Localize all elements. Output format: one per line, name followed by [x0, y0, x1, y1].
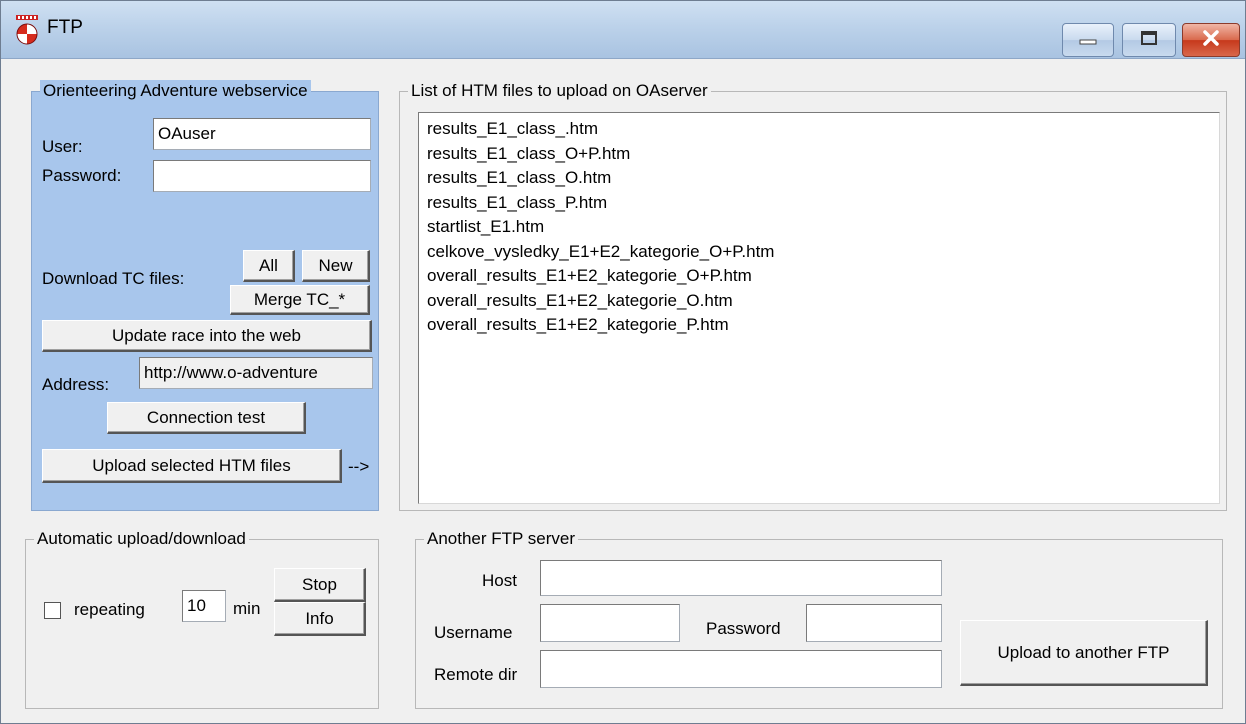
connection-test-button[interactable]: Connection test — [107, 402, 306, 434]
ftp-password-input[interactable] — [806, 604, 942, 642]
password-label: Password: — [42, 166, 122, 185]
download-new-button[interactable]: New — [302, 250, 370, 282]
interval-input[interactable]: 10 — [182, 590, 226, 622]
list-item[interactable]: results_E1_class_O+P.htm — [427, 142, 1211, 167]
repeating-label: repeating — [74, 600, 145, 619]
maximize-button[interactable] — [1122, 23, 1176, 57]
address-field: http://www.o-adventure — [139, 357, 373, 389]
update-race-button[interactable]: Update race into the web — [42, 320, 372, 352]
ftp-window: FTP Orienteering Adventure webservice Us… — [0, 0, 1246, 724]
arrow-indicator: --> — [348, 457, 370, 476]
automatic-upload-group: Automatic upload/download repeating 10 m… — [25, 528, 379, 709]
info-button[interactable]: Info — [274, 602, 366, 636]
list-item[interactable]: startlist_E1.htm — [427, 215, 1211, 240]
auto-group-legend: Automatic upload/download — [34, 528, 249, 550]
list-item[interactable]: overall_results_E1+E2_kategorie_O.htm — [427, 289, 1211, 314]
oa-webservice-group: Orienteering Adventure webservice User: … — [31, 80, 379, 511]
host-input[interactable] — [540, 560, 942, 596]
username-label: Username — [434, 623, 513, 642]
minimize-button[interactable] — [1062, 23, 1114, 57]
list-item[interactable]: celkove_vysledky_E1+E2_kategorie_O+P.htm — [427, 240, 1211, 265]
list-item[interactable]: results_E1_class_.htm — [427, 117, 1211, 142]
another-ftp-server-group: Another FTP server Host Username Passwor… — [415, 528, 1223, 709]
ftp-group-legend: Another FTP server — [424, 528, 579, 550]
remote-dir-label: Remote dir — [434, 665, 518, 684]
username-input[interactable] — [540, 604, 680, 642]
user-input[interactable]: OAuser — [153, 118, 371, 150]
remote-dir-input[interactable] — [540, 650, 942, 688]
user-label: User: — [42, 137, 83, 156]
htm-file-list-group: List of HTM files to upload on OAserver … — [399, 80, 1227, 511]
close-button[interactable] — [1182, 23, 1240, 57]
minimize-icon — [1079, 30, 1097, 50]
oa-group-legend: Orienteering Adventure webservice — [40, 80, 311, 102]
app-icon — [13, 13, 41, 47]
list-item[interactable]: overall_results_E1+E2_kategorie_P.htm — [427, 313, 1211, 338]
file-list-legend: List of HTM files to upload on OAserver — [408, 80, 711, 102]
stop-button[interactable]: Stop — [274, 568, 366, 602]
ftp-password-label: Password — [706, 619, 781, 638]
window-title: FTP — [47, 17, 83, 38]
list-item[interactable]: results_E1_class_O.htm — [427, 166, 1211, 191]
merge-tc-button[interactable]: Merge TC_* — [230, 285, 370, 315]
min-label: min — [233, 599, 261, 618]
download-tc-label: Download TC files: — [42, 269, 185, 288]
list-item[interactable]: results_E1_class_P.htm — [427, 191, 1211, 216]
close-icon — [1202, 29, 1220, 51]
list-item[interactable]: overall_results_E1+E2_kategorie_O+P.htm — [427, 264, 1211, 289]
htm-file-listbox[interactable]: results_E1_class_.htm results_E1_class_O… — [418, 112, 1220, 504]
repeating-checkbox[interactable] — [44, 602, 61, 619]
title-bar[interactable]: FTP — [1, 1, 1245, 59]
download-all-button[interactable]: All — [243, 250, 295, 282]
password-input[interactable] — [153, 160, 371, 192]
address-label: Address: — [42, 375, 110, 394]
host-label: Host — [482, 571, 517, 590]
maximize-icon — [1140, 30, 1158, 51]
upload-selected-htm-button[interactable]: Upload selected HTM files — [42, 449, 342, 483]
upload-to-another-ftp-button[interactable]: Upload to another FTP — [960, 620, 1208, 686]
